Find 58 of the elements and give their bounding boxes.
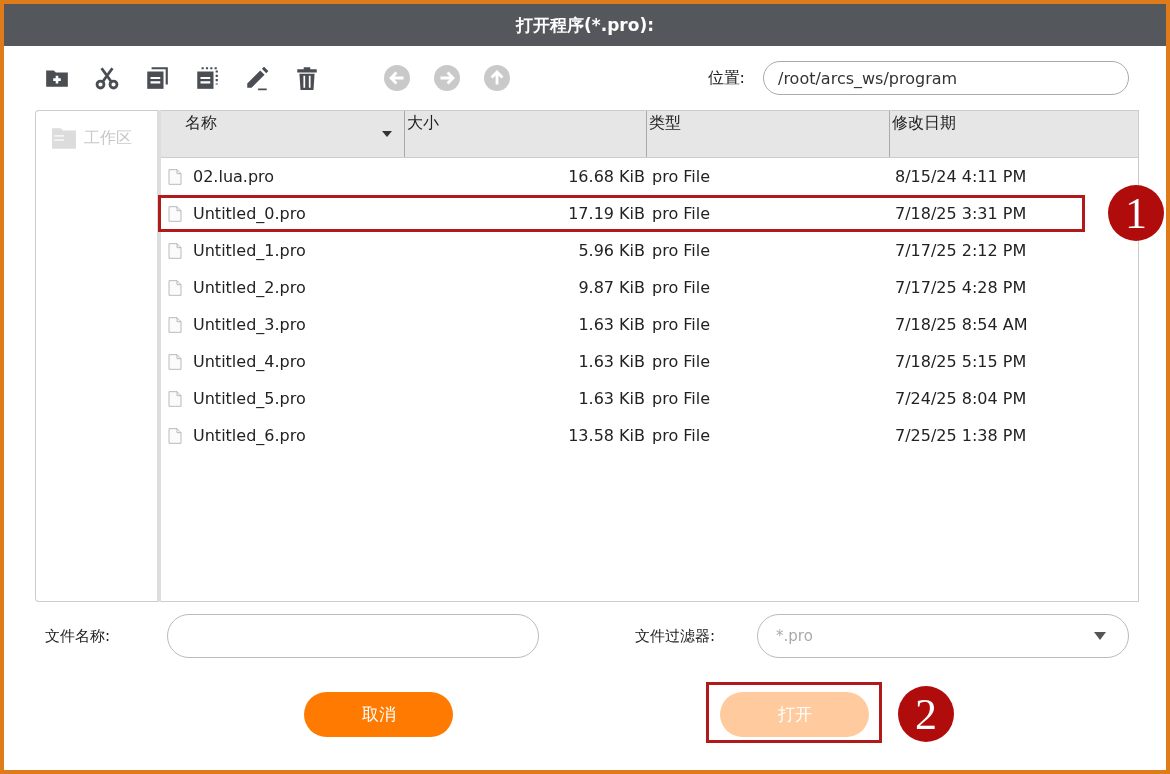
file-date: 7/25/25 1:38 PM: [894, 426, 1028, 445]
file-size: 1.63 KiB: [577, 352, 646, 371]
file-name[interactable]: Untitled_5.pro: [193, 389, 306, 408]
file-type: pro File: [651, 426, 712, 445]
file-type: pro File: [651, 167, 712, 186]
column-header[interactable]: 大小: [405, 111, 647, 157]
file-name[interactable]: Untitled_1.pro: [193, 241, 306, 260]
file-date: 7/18/25 5:15 PM: [894, 352, 1028, 371]
file-size: 9.87 KiB: [577, 278, 646, 297]
column-header[interactable]: 类型: [647, 111, 890, 157]
paste-icon[interactable]: [194, 65, 220, 91]
file-type: pro File: [651, 352, 712, 371]
file-type: pro File: [651, 204, 712, 223]
file-date: 7/18/25 8:54 AM: [894, 315, 1029, 334]
file-name[interactable]: Untitled_0.pro: [193, 204, 306, 223]
file-name[interactable]: Untitled_6.pro: [193, 426, 306, 445]
file-icon: [167, 277, 183, 298]
callout-number: 2: [898, 686, 954, 742]
pencil-icon[interactable]: [244, 65, 270, 91]
file-name[interactable]: 02.lua.pro: [193, 167, 275, 186]
file-size: 13.58 KiB: [567, 426, 646, 445]
dropdown-caret-icon: [1094, 632, 1106, 640]
cut-icon[interactable]: [94, 65, 120, 91]
file-size: 5.96 KiB: [577, 241, 646, 260]
file-icon: [167, 425, 183, 446]
column-header[interactable]: 名称: [161, 111, 405, 157]
file-date: 7/18/25 3:31 PM: [894, 204, 1028, 223]
window-title: 打开程序(*.pro):: [516, 13, 654, 37]
file-name[interactable]: Untitled_4.pro: [193, 352, 306, 371]
file-name[interactable]: Untitled_2.pro: [193, 278, 306, 297]
file-icon: [167, 240, 183, 261]
file-icon: [167, 203, 183, 224]
file-icon: [167, 314, 183, 335]
file-date: 7/17/25 2:12 PM: [894, 241, 1028, 260]
location-label: 位置:: [707, 67, 745, 89]
file-type: pro File: [651, 241, 712, 260]
file-date: 8/15/24 4:11 PM: [894, 167, 1028, 186]
trash-icon[interactable]: [294, 65, 320, 91]
file-icon: [167, 166, 183, 187]
column-header[interactable]: 修改日期: [890, 111, 1138, 157]
file-date: 7/24/25 8:04 PM: [894, 389, 1028, 408]
file-type: pro File: [651, 389, 712, 408]
file-name-field[interactable]: [167, 614, 539, 658]
file-icon: [167, 351, 183, 372]
copy-icon[interactable]: [144, 65, 170, 91]
file-type: pro File: [651, 315, 712, 334]
file-name-label: 文件名称:: [45, 626, 112, 646]
file-type: pro File: [651, 278, 712, 297]
callout-number: 1: [1108, 185, 1164, 241]
file-date: 7/17/25 4:28 PM: [894, 278, 1028, 297]
file-size: 1.63 KiB: [577, 389, 646, 408]
file-size: 1.63 KiB: [577, 315, 646, 334]
folder-icon: [50, 125, 78, 151]
file-size: 17.19 KiB: [567, 204, 646, 223]
file-icon: [167, 388, 183, 409]
file-size: 16.68 KiB: [567, 167, 646, 186]
file-name[interactable]: Untitled_3.pro: [193, 315, 306, 334]
filter-label: 文件过滤器:: [635, 626, 717, 646]
